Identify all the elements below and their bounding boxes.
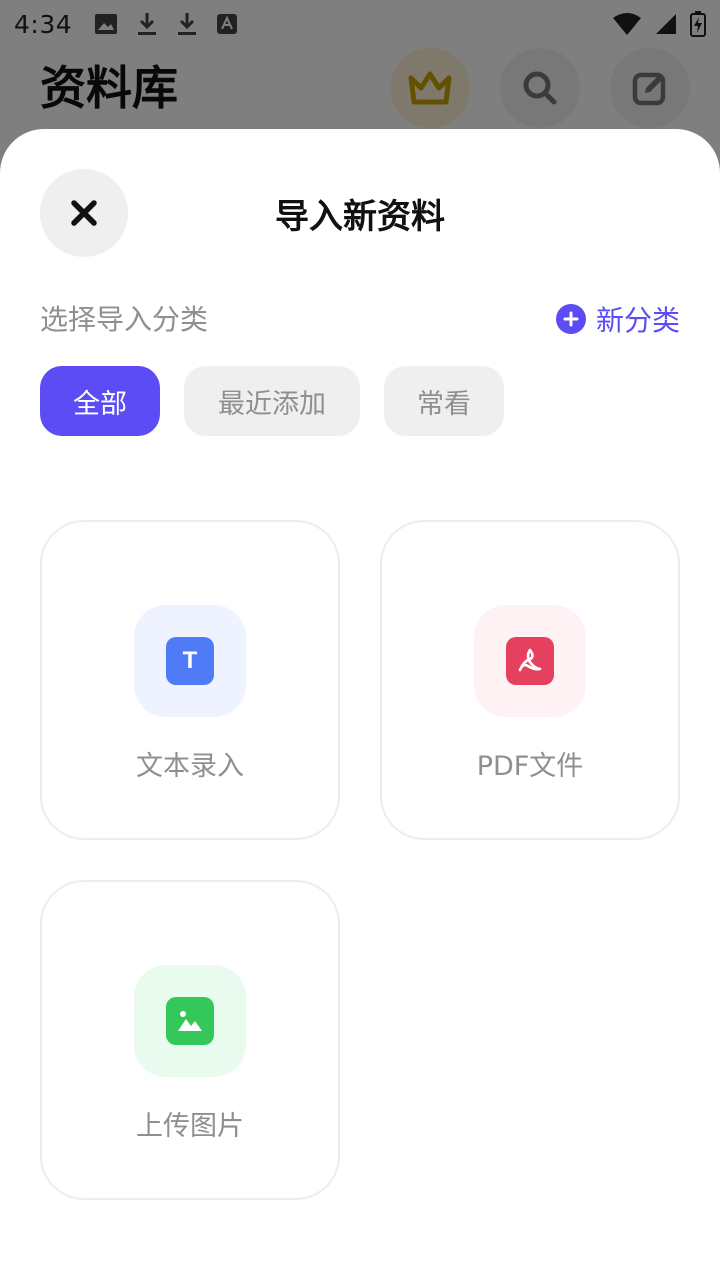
text-icon: T: [166, 637, 214, 685]
section-label: 选择导入分类: [40, 303, 209, 336]
new-category-label: 新分类: [595, 304, 680, 337]
picture-icon-wrap: [134, 965, 246, 1077]
pdf-icon: [506, 637, 554, 685]
pdf-file-card[interactable]: PDF文件: [380, 520, 680, 840]
plus-icon: [555, 304, 586, 334]
pdf-file-label: PDF文件: [476, 751, 584, 782]
import-sheet: 导入新资料 选择导入分类 新分类 全部 最近添加 常看 T 文本录入 PDF文件…: [0, 129, 720, 1280]
text-entry-label: 文本录入: [136, 751, 244, 782]
upload-image-label: 上传图片: [136, 1111, 244, 1142]
chip-all[interactable]: 全部: [40, 366, 160, 436]
chip-recent[interactable]: 最近添加: [184, 366, 360, 436]
picture-icon: [166, 997, 214, 1045]
chip-frequent[interactable]: 常看: [384, 366, 504, 436]
new-category-button[interactable]: 新分类: [555, 299, 680, 339]
sheet-title: 导入新资料: [275, 197, 445, 237]
text-entry-card[interactable]: T 文本录入: [40, 520, 340, 840]
category-chips: 全部 最近添加 常看: [40, 366, 504, 436]
upload-image-card[interactable]: 上传图片: [40, 880, 340, 1200]
pdf-icon-wrap: [474, 605, 586, 717]
text-icon-wrap: T: [134, 605, 246, 717]
